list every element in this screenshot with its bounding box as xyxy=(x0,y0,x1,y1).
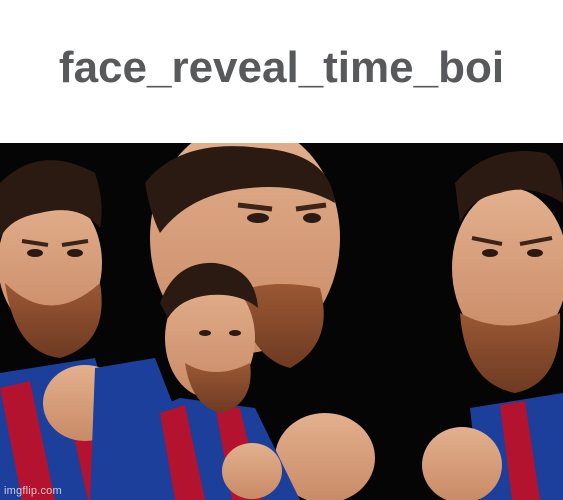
caption-area: face_reveal_time_boi xyxy=(0,0,563,143)
imgflip-watermark: imgflip.com xyxy=(4,485,62,497)
meme-canvas: face_reveal_time_boi imgflip.com xyxy=(0,0,563,500)
photo-illustration xyxy=(0,143,563,500)
caption-text: face_reveal_time_boi xyxy=(58,42,505,92)
meme-photo: imgflip.com xyxy=(0,143,563,500)
